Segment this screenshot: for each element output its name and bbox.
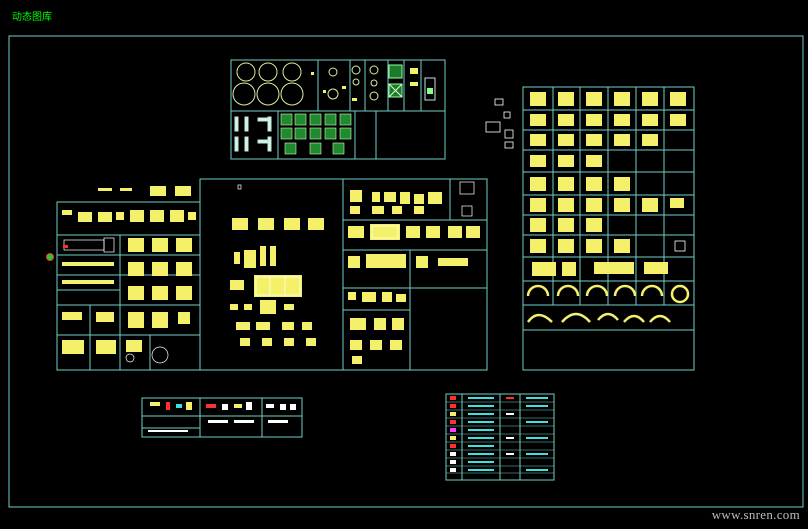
- right-sofa-grid[interactable]: [485, 86, 695, 371]
- center-right-block[interactable]: [342, 178, 488, 371]
- left-furniture-block[interactable]: [46, 178, 344, 371]
- center-furniture-block[interactable]: [230, 184, 324, 346]
- top-center-block[interactable]: [230, 59, 446, 160]
- green-marker-icon: [46, 253, 54, 261]
- cad-drawing-canvas[interactable]: [0, 0, 808, 529]
- bed-wardrobe-icons: [348, 190, 480, 364]
- sofa-set-icons: [62, 186, 196, 354]
- center-furniture-icons: [230, 218, 324, 346]
- bottom-right-schedule-table[interactable]: [445, 393, 555, 481]
- watermark-text: www.snren.com: [711, 507, 800, 522]
- door-window-icons: [234, 116, 272, 152]
- bottom-left-legend[interactable]: [141, 397, 303, 438]
- plant-tile-icons: [280, 113, 352, 155]
